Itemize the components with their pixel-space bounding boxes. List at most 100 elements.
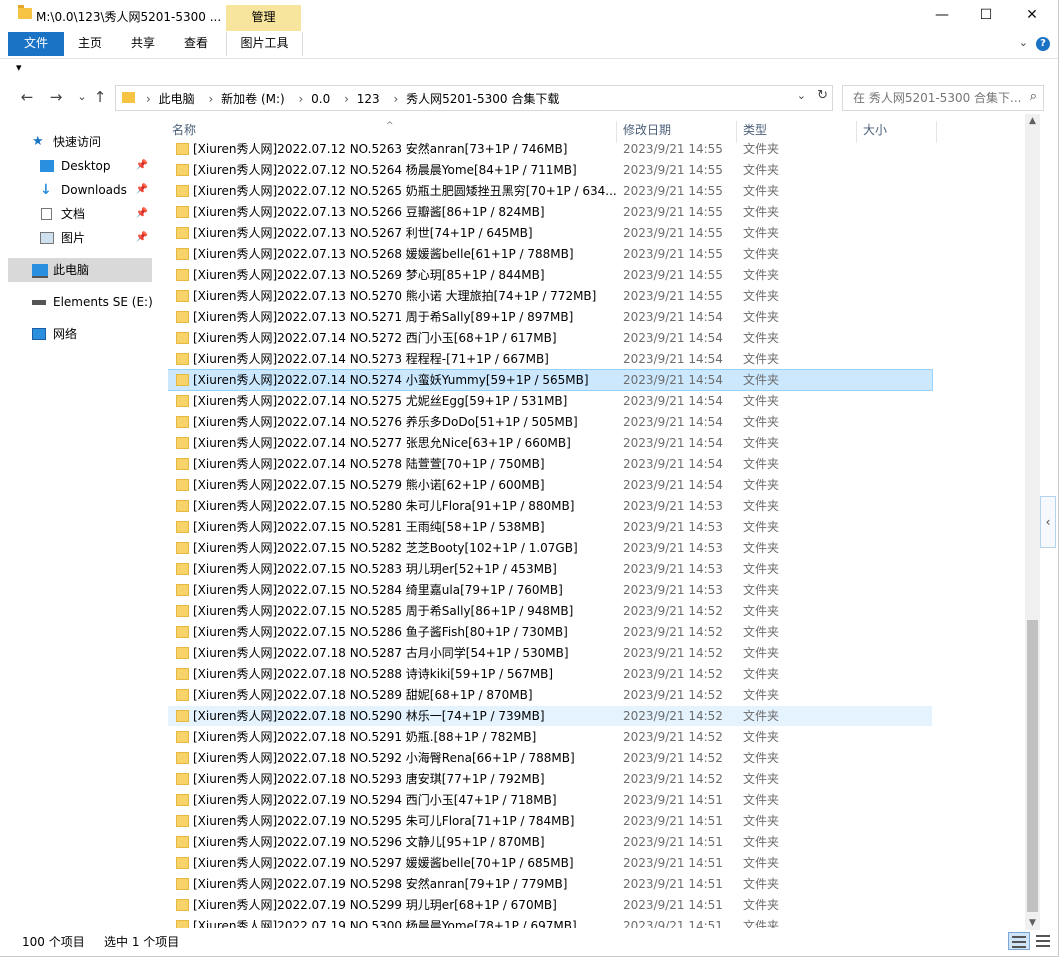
table-row[interactable]: [Xiuren秀人网]2022.07.12 NO.5263 安然anran[73… (168, 140, 932, 159)
qat-customize-icon[interactable]: ▾ (16, 61, 22, 74)
tab-file[interactable]: 文件 (8, 32, 64, 56)
forward-button[interactable]: → (46, 87, 66, 107)
breadcrumb-separator[interactable]: › (393, 92, 398, 106)
table-row[interactable]: [Xiuren秀人网]2022.07.15 NO.5286 鱼子酱Fish[80… (168, 622, 932, 642)
table-row[interactable]: [Xiuren秀人网]2022.07.13 NO.5269 梦心玥[85+1P … (168, 265, 932, 285)
breadcrumb-folder-0-0[interactable]: 0.0 (311, 92, 330, 106)
table-row[interactable]: [Xiuren秀人网]2022.07.14 NO.5275 尤妮丝Egg[59+… (168, 391, 932, 411)
file-name[interactable]: [Xiuren秀人网]2022.07.19 NO.5299 玥儿玥er[68+1… (193, 895, 557, 915)
recent-locations-button[interactable]: ⌄ (72, 87, 92, 107)
file-name[interactable]: [Xiuren秀人网]2022.07.15 NO.5286 鱼子酱Fish[80… (193, 622, 568, 642)
file-name[interactable]: [Xiuren秀人网]2022.07.19 NO.5294 西门小玉[47+1P… (193, 790, 557, 810)
file-name[interactable]: [Xiuren秀人网]2022.07.19 NO.5298 安然anran[79… (193, 874, 567, 894)
search-box[interactable]: ⌕ (842, 85, 1044, 111)
column-size[interactable]: 大小 (863, 121, 887, 138)
breadcrumb-separator[interactable]: › (299, 92, 304, 106)
table-row[interactable]: [Xiuren秀人网]2022.07.15 NO.5282 芝芝Booty[10… (168, 538, 932, 558)
sidebar-item-downloads[interactable]: ↓ Downloads 📌 (8, 178, 152, 202)
table-row[interactable]: [Xiuren秀人网]2022.07.14 NO.5277 张思允Nice[63… (168, 433, 932, 453)
file-name[interactable]: [Xiuren秀人网]2022.07.13 NO.5270 熊小诺 大理旅拍[7… (193, 286, 596, 306)
table-row[interactable]: [Xiuren秀人网]2022.07.19 NO.5297 媛媛酱belle[7… (168, 853, 932, 873)
column-divider[interactable] (936, 121, 937, 143)
tab-picture-tools[interactable]: 图片工具 (226, 32, 303, 56)
pin-icon[interactable]: 📌 (136, 202, 148, 226)
ribbon-expand-icon[interactable]: ⌄ (1019, 36, 1028, 49)
help-icon[interactable]: ? (1036, 37, 1050, 51)
table-row[interactable]: [Xiuren秀人网]2022.07.19 NO.5298 安然anran[79… (168, 874, 932, 894)
table-row[interactable]: [Xiuren秀人网]2022.07.15 NO.5279 熊小诺[62+1P … (168, 475, 932, 495)
sidebar-item-elements-drive[interactable]: Elements SE (E:) (8, 290, 153, 314)
file-name[interactable]: [Xiuren秀人网]2022.07.13 NO.5268 媛媛酱belle[6… (193, 244, 574, 264)
table-row[interactable]: [Xiuren秀人网]2022.07.15 NO.5280 朱可儿Flora[9… (168, 496, 932, 516)
file-name[interactable]: [Xiuren秀人网]2022.07.18 NO.5287 古月小同学[54+1… (193, 643, 569, 663)
table-row[interactable]: [Xiuren秀人网]2022.07.18 NO.5291 奶瓶.[88+1P … (168, 727, 932, 747)
file-name[interactable]: [Xiuren秀人网]2022.07.12 NO.5265 奶瓶土肥圆矮挫丑黑穷… (193, 181, 617, 201)
pin-icon[interactable]: 📌 (136, 226, 148, 250)
table-row[interactable]: [Xiuren秀人网]2022.07.12 NO.5264 杨晨晨Yome[84… (168, 160, 932, 180)
address-bar[interactable]: › 此电脑 › 新加卷 (M:) › 0.0 › 123 › 秀人网5201-5… (115, 85, 833, 111)
table-row[interactable]: [Xiuren秀人网]2022.07.13 NO.5266 豆瓣酱[86+1P … (168, 202, 932, 222)
vertical-scrollbar[interactable]: ▲ ▼ (1025, 114, 1040, 930)
table-row[interactable]: [Xiuren秀人网]2022.07.12 NO.5265 奶瓶土肥圆矮挫丑黑穷… (168, 181, 932, 201)
file-name[interactable]: [Xiuren秀人网]2022.07.18 NO.5289 甜妮[68+1P /… (193, 685, 533, 705)
search-icon[interactable]: ⌕ (1030, 89, 1037, 104)
sidebar-item-this-pc[interactable]: 此电脑 (8, 258, 152, 282)
file-name[interactable]: [Xiuren秀人网]2022.07.15 NO.5285 周于希Sally[8… (193, 601, 573, 621)
table-row[interactable]: [Xiuren秀人网]2022.07.15 NO.5285 周于希Sally[8… (168, 601, 932, 621)
refresh-icon[interactable]: ↻ (817, 88, 828, 103)
column-type[interactable]: 类型 (743, 121, 767, 138)
file-name[interactable]: [Xiuren秀人网]2022.07.19 NO.5295 朱可儿Flora[7… (193, 811, 574, 831)
breadcrumb-drive[interactable]: 新加卷 (M:) (221, 92, 285, 106)
file-name[interactable]: [Xiuren秀人网]2022.07.13 NO.5269 梦心玥[85+1P … (193, 265, 545, 285)
tab-home[interactable]: 主页 (72, 32, 108, 56)
file-name[interactable]: [Xiuren秀人网]2022.07.13 NO.5271 周于希Sally[8… (193, 307, 573, 327)
table-row[interactable]: [Xiuren秀人网]2022.07.15 NO.5283 玥儿玥er[52+1… (168, 559, 932, 579)
table-row[interactable]: [Xiuren秀人网]2022.07.14 NO.5278 陆萱萱[70+1P … (168, 454, 932, 474)
table-row[interactable]: [Xiuren秀人网]2022.07.18 NO.5287 古月小同学[54+1… (168, 643, 932, 663)
address-dropdown-icon[interactable]: ⌄ (797, 89, 806, 102)
table-row[interactable]: [Xiuren秀人网]2022.07.15 NO.5281 王雨纯[58+1P … (168, 517, 932, 537)
table-row[interactable]: [Xiuren秀人网]2022.07.18 NO.5289 甜妮[68+1P /… (168, 685, 932, 705)
breadcrumb-current-folder[interactable]: 秀人网5201-5300 合集下载 (406, 92, 559, 106)
file-name[interactable]: [Xiuren秀人网]2022.07.15 NO.5284 绮里嘉ula[79+… (193, 580, 563, 600)
file-name[interactable]: [Xiuren秀人网]2022.07.19 NO.5296 文静儿[95+1P … (193, 832, 545, 852)
file-name[interactable]: [Xiuren秀人网]2022.07.15 NO.5281 王雨纯[58+1P … (193, 517, 545, 537)
file-name[interactable]: [Xiuren秀人网]2022.07.14 NO.5276 养乐多DoDo[51… (193, 412, 578, 432)
tab-view[interactable]: 查看 (178, 32, 214, 56)
large-icons-view-button[interactable] (1033, 932, 1053, 948)
table-row[interactable]: [Xiuren秀人网]2022.07.13 NO.5267 利世[74+1P /… (168, 223, 932, 243)
breadcrumb-folder-123[interactable]: 123 (357, 92, 380, 106)
file-name[interactable]: [Xiuren秀人网]2022.07.14 NO.5274 小蛮妖Yummy[5… (193, 370, 589, 390)
tab-share[interactable]: 共享 (125, 32, 161, 56)
column-date[interactable]: 修改日期 (623, 121, 671, 138)
file-name[interactable]: [Xiuren秀人网]2022.07.14 NO.5277 张思允Nice[63… (193, 433, 571, 453)
file-name[interactable]: [Xiuren秀人网]2022.07.14 NO.5272 西门小玉[68+1P… (193, 328, 557, 348)
scrollbar-thumb[interactable] (1027, 620, 1038, 912)
breadcrumb-this-pc[interactable]: 此电脑 (159, 92, 195, 106)
table-row[interactable]: [Xiuren秀人网]2022.07.14 NO.5274 小蛮妖Yummy[5… (168, 369, 933, 391)
pin-icon[interactable]: 📌 (136, 154, 148, 178)
file-name[interactable]: [Xiuren秀人网]2022.07.14 NO.5275 尤妮丝Egg[59+… (193, 391, 567, 411)
table-row[interactable]: [Xiuren秀人网]2022.07.18 NO.5292 小海臀Rena[66… (168, 748, 932, 768)
pin-icon[interactable]: 📌 (136, 178, 148, 202)
table-row[interactable]: [Xiuren秀人网]2022.07.15 NO.5284 绮里嘉ula[79+… (168, 580, 932, 600)
preview-pane-toggle[interactable]: ‹ (1040, 496, 1056, 548)
table-row[interactable]: [Xiuren秀人网]2022.07.14 NO.5273 程程程-[71+1P… (168, 349, 932, 369)
file-name[interactable]: [Xiuren秀人网]2022.07.19 NO.5300 杨晨晨Yome[78… (193, 916, 577, 928)
file-name[interactable]: [Xiuren秀人网]2022.07.13 NO.5266 豆瓣酱[86+1P … (193, 202, 545, 222)
file-name[interactable]: [Xiuren秀人网]2022.07.18 NO.5291 奶瓶.[88+1P … (193, 727, 536, 747)
table-row[interactable]: [Xiuren秀人网]2022.07.19 NO.5294 西门小玉[47+1P… (168, 790, 932, 810)
manage-tab[interactable]: 管理 (226, 5, 301, 31)
file-name[interactable]: [Xiuren秀人网]2022.07.15 NO.5280 朱可儿Flora[9… (193, 496, 574, 516)
table-row[interactable]: [Xiuren秀人网]2022.07.14 NO.5276 养乐多DoDo[51… (168, 412, 932, 432)
file-name[interactable]: [Xiuren秀人网]2022.07.14 NO.5278 陆萱萱[70+1P … (193, 454, 545, 474)
file-name[interactable]: [Xiuren秀人网]2022.07.18 NO.5288 诗诗kiki[59+… (193, 664, 553, 684)
file-name[interactable]: [Xiuren秀人网]2022.07.15 NO.5282 芝芝Booty[10… (193, 538, 578, 558)
back-button[interactable]: ← (17, 87, 37, 107)
breadcrumb-separator[interactable]: › (208, 92, 213, 106)
sidebar-item-pictures[interactable]: 图片 📌 (8, 226, 152, 250)
column-name[interactable]: 名称 (172, 121, 196, 138)
file-name[interactable]: [Xiuren秀人网]2022.07.18 NO.5293 唐安琪[77+1P … (193, 769, 545, 789)
maximize-button[interactable]: ☐ (966, 5, 1006, 25)
file-name[interactable]: [Xiuren秀人网]2022.07.19 NO.5297 媛媛酱belle[7… (193, 853, 574, 873)
